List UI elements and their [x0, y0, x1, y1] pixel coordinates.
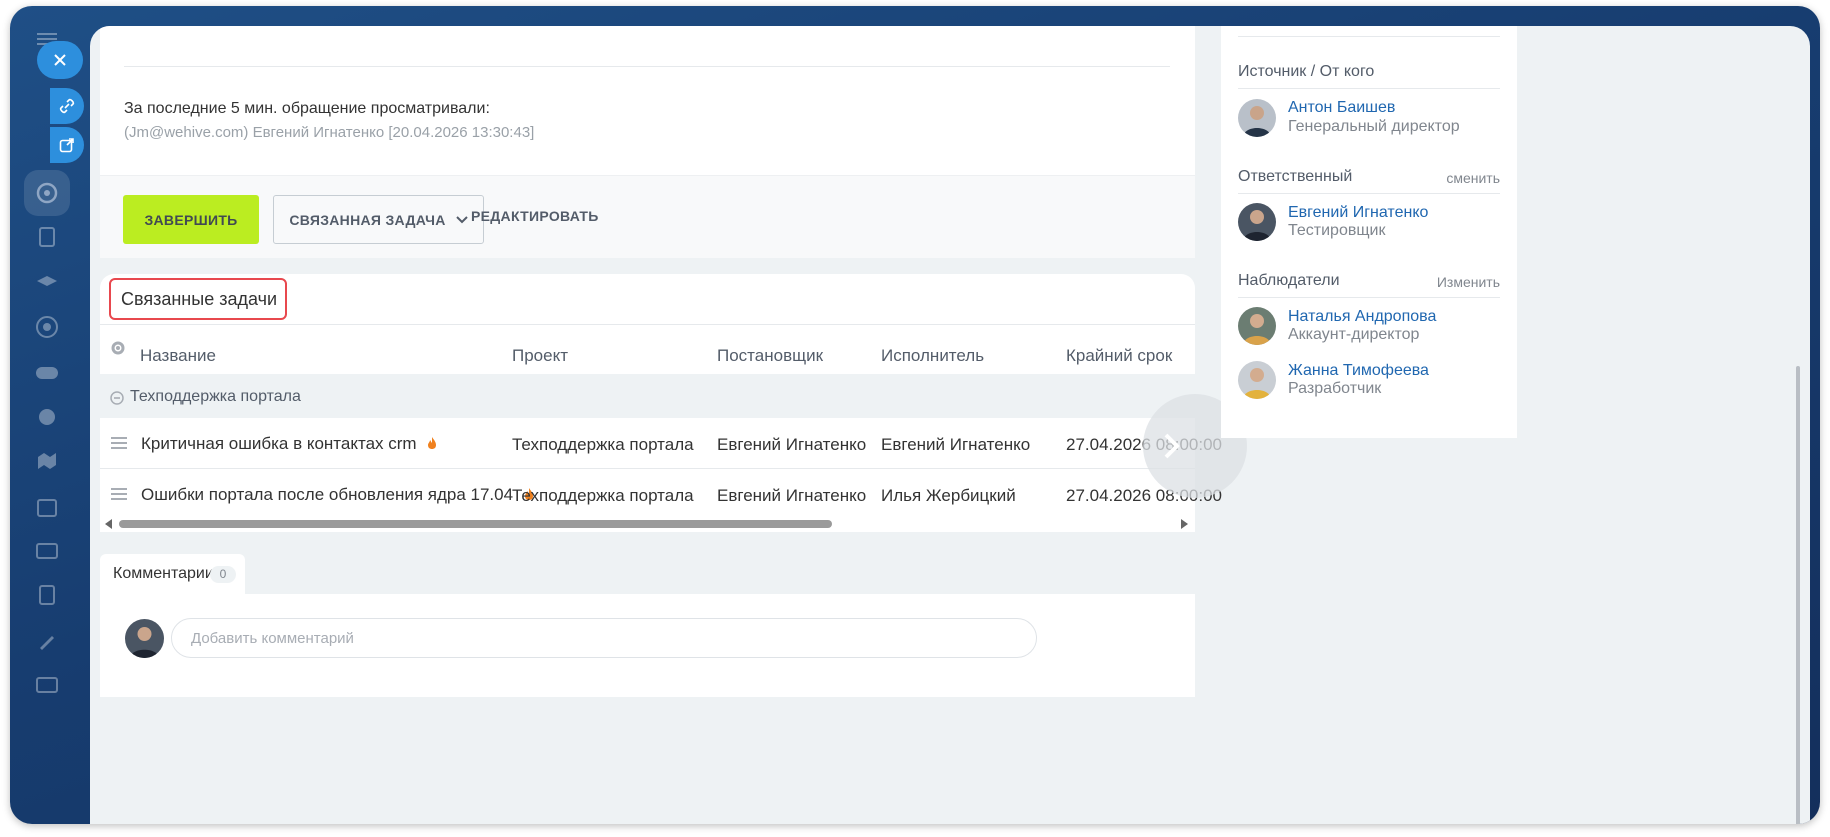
chevron-right-icon	[1164, 433, 1180, 459]
external-link-icon	[59, 138, 74, 153]
complete-button[interactable]: ЗАВЕРШИТЬ	[123, 195, 259, 244]
source-name[interactable]: Антон Баишев	[1288, 99, 1395, 117]
responsible-avatar[interactable]	[1238, 203, 1276, 241]
responsible-role: Тестировщик	[1288, 222, 1386, 239]
drag-handle-icon[interactable]	[111, 437, 127, 449]
gamepad-icon[interactable]	[32, 358, 62, 388]
related-task-label: СВЯЗАННАЯ ЗАДАЧА	[289, 211, 446, 228]
source-title: Источник / От кого	[1238, 63, 1375, 80]
comments-tab-label: Комментарии	[113, 565, 214, 582]
table-row[interactable]: Ошибки портала после обновления ядра 17.…	[100, 469, 1222, 519]
divider	[1238, 36, 1500, 37]
comment-input[interactable]: Добавить комментарий	[171, 618, 1037, 658]
close-icon	[54, 54, 66, 66]
observer-role: Разработчик	[1288, 380, 1382, 397]
chevron-down-icon	[455, 215, 468, 223]
scroll-right-icon[interactable]	[1181, 519, 1189, 529]
divider	[1238, 297, 1500, 298]
task-name[interactable]: Критичная ошибка в контактах crm	[141, 434, 417, 453]
comments-tab[interactable]: Комментарии 0	[100, 554, 245, 595]
current-user-avatar	[125, 619, 164, 658]
pin-icon[interactable]	[32, 402, 62, 432]
observers-title: Наблюдатели	[1238, 272, 1340, 289]
mail-icon[interactable]	[32, 670, 62, 700]
column-deadline[interactable]: Крайний срок	[1066, 346, 1172, 366]
map-icon[interactable]	[32, 446, 62, 476]
viewers-header: За последние 5 мин. обращение просматрив…	[124, 100, 490, 117]
gear-icon[interactable]	[110, 340, 126, 356]
scrollbar-thumb[interactable]	[119, 520, 832, 528]
observer-avatar[interactable]	[1238, 307, 1276, 345]
divider	[124, 66, 1170, 67]
vertical-scrollbar[interactable]	[1796, 366, 1800, 824]
task-name[interactable]: Ошибки портала после обновления ядра 17.…	[141, 485, 513, 504]
divider	[100, 324, 1195, 325]
horizontal-scrollbar[interactable]	[100, 514, 1195, 532]
task-name-cell[interactable]: Критичная ошибка в контактах crm	[141, 434, 437, 454]
collapse-icon[interactable]	[110, 391, 124, 405]
related-tasks-card: Связанные задачи Название Проект Постано…	[100, 274, 1247, 532]
task-name-cell[interactable]: Ошибки портала после обновления ядра 17.…	[141, 485, 534, 505]
target-icon[interactable]	[32, 312, 62, 342]
card-icon[interactable]	[32, 536, 62, 566]
open-new-window-button[interactable]	[50, 127, 84, 163]
observer-avatar[interactable]	[1238, 361, 1276, 399]
responsible-name[interactable]: Евгений Игнатенко	[1288, 204, 1428, 222]
group-row[interactable]: Техподдержка портала	[100, 374, 1195, 418]
observer-name[interactable]: Наталья Андропова	[1288, 308, 1436, 326]
project-cell: Техподдержка портала	[512, 435, 694, 454]
divider	[1238, 88, 1500, 89]
book-icon[interactable]	[32, 222, 62, 252]
document-icon[interactable]	[32, 580, 62, 610]
column-project[interactable]: Проект	[512, 346, 568, 366]
education-icon[interactable]	[32, 268, 62, 298]
related-task-dropdown[interactable]: СВЯЗАННАЯ ЗАДАЧА	[273, 195, 484, 244]
project-cell: Техподдержка портала	[512, 486, 694, 505]
source-role: Генеральный директор	[1288, 118, 1460, 135]
comment-placeholder: Добавить комментарий	[191, 630, 354, 647]
related-tasks-title: Связанные задачи	[121, 289, 278, 309]
task-slider: За последние 5 мин. обращение просматрив…	[90, 26, 1810, 824]
creator-cell[interactable]: Евгений Игнатенко	[717, 435, 866, 455]
task-footer	[100, 176, 1195, 258]
observer-role: Аккаунт-директор	[1288, 326, 1420, 343]
change-responsible-link[interactable]: сменить	[1446, 170, 1500, 186]
calendar-icon[interactable]	[32, 492, 62, 522]
fire-icon	[428, 437, 437, 449]
assignee-cell[interactable]: Евгений Игнатенко	[881, 435, 1030, 455]
app-window: За последние 5 мин. обращение просматрив…	[10, 6, 1820, 824]
viewer-entry: (Jm@wehive.com) Евгений Игнатенко [20.04…	[124, 124, 535, 141]
pen-icon[interactable]	[32, 626, 62, 656]
edit-button[interactable]: РЕДАКТИРОВАТЬ	[471, 208, 599, 224]
column-name[interactable]: Название	[140, 346, 216, 366]
change-observers-link[interactable]: Изменить	[1437, 274, 1500, 290]
comments-card: Добавить комментарий	[100, 594, 1195, 697]
close-slider-button[interactable]	[37, 41, 83, 79]
observer-name[interactable]: Жанна Тимофеева	[1288, 362, 1429, 380]
creator-cell[interactable]: Евгений Игнатенко	[717, 486, 866, 506]
responsible-title: Ответственный	[1238, 168, 1353, 185]
group-title: Техподдержка портала	[130, 388, 301, 405]
column-assignee[interactable]: Исполнитель	[881, 346, 984, 366]
divider	[1238, 193, 1500, 194]
support-icon[interactable]	[24, 170, 70, 216]
comments-count-badge: 0	[210, 566, 236, 583]
drag-handle-icon[interactable]	[111, 488, 127, 500]
table-row[interactable]: Критичная ошибка в контактах crm Техподд…	[100, 418, 1222, 469]
scroll-left-icon[interactable]	[105, 519, 113, 529]
link-icon	[59, 98, 75, 114]
copy-link-button[interactable]	[50, 88, 84, 124]
right-panel: Источник / От кого Антон Баишев Генераль…	[1221, 26, 1517, 438]
column-creator[interactable]: Постановщик	[717, 346, 823, 366]
source-avatar[interactable]	[1238, 99, 1276, 137]
assignee-cell[interactable]: Илья Жербицкий	[881, 486, 1016, 506]
